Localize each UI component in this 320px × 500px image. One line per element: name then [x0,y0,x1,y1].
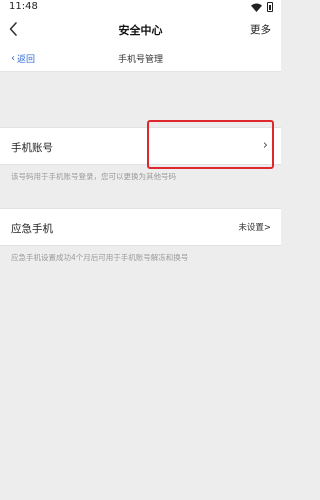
emergency-phone-row[interactable]: 应急手机 未设置> [0,208,281,246]
app-bar: 安全中心 更多 [0,14,281,46]
phone-account-label: 手机账号 [11,142,53,154]
highlight-annotation-box [147,120,274,169]
page-title: 安全中心 [118,24,163,37]
sub-header: ‹ 返回 手机号管理 [0,46,281,72]
status-bar: 11:48 [0,0,281,14]
status-time: 11:48 [9,1,38,12]
sub-header-title: 手机号管理 [117,55,163,65]
more-button[interactable]: 更多 [250,22,271,37]
emergency-phone-label: 应急手机 [11,223,53,235]
status-icons [251,2,273,12]
wifi-icon [251,3,262,12]
phone-account-hint: 该号码用于手机账号登录，您可以更换为其他号码 [11,172,176,181]
emergency-phone-hint: 应急手机设置成功4个月后可用于手机账号解冻和换号 [11,253,189,262]
emergency-phone-value: 未设置> [238,223,271,233]
battery-icon [267,2,273,12]
